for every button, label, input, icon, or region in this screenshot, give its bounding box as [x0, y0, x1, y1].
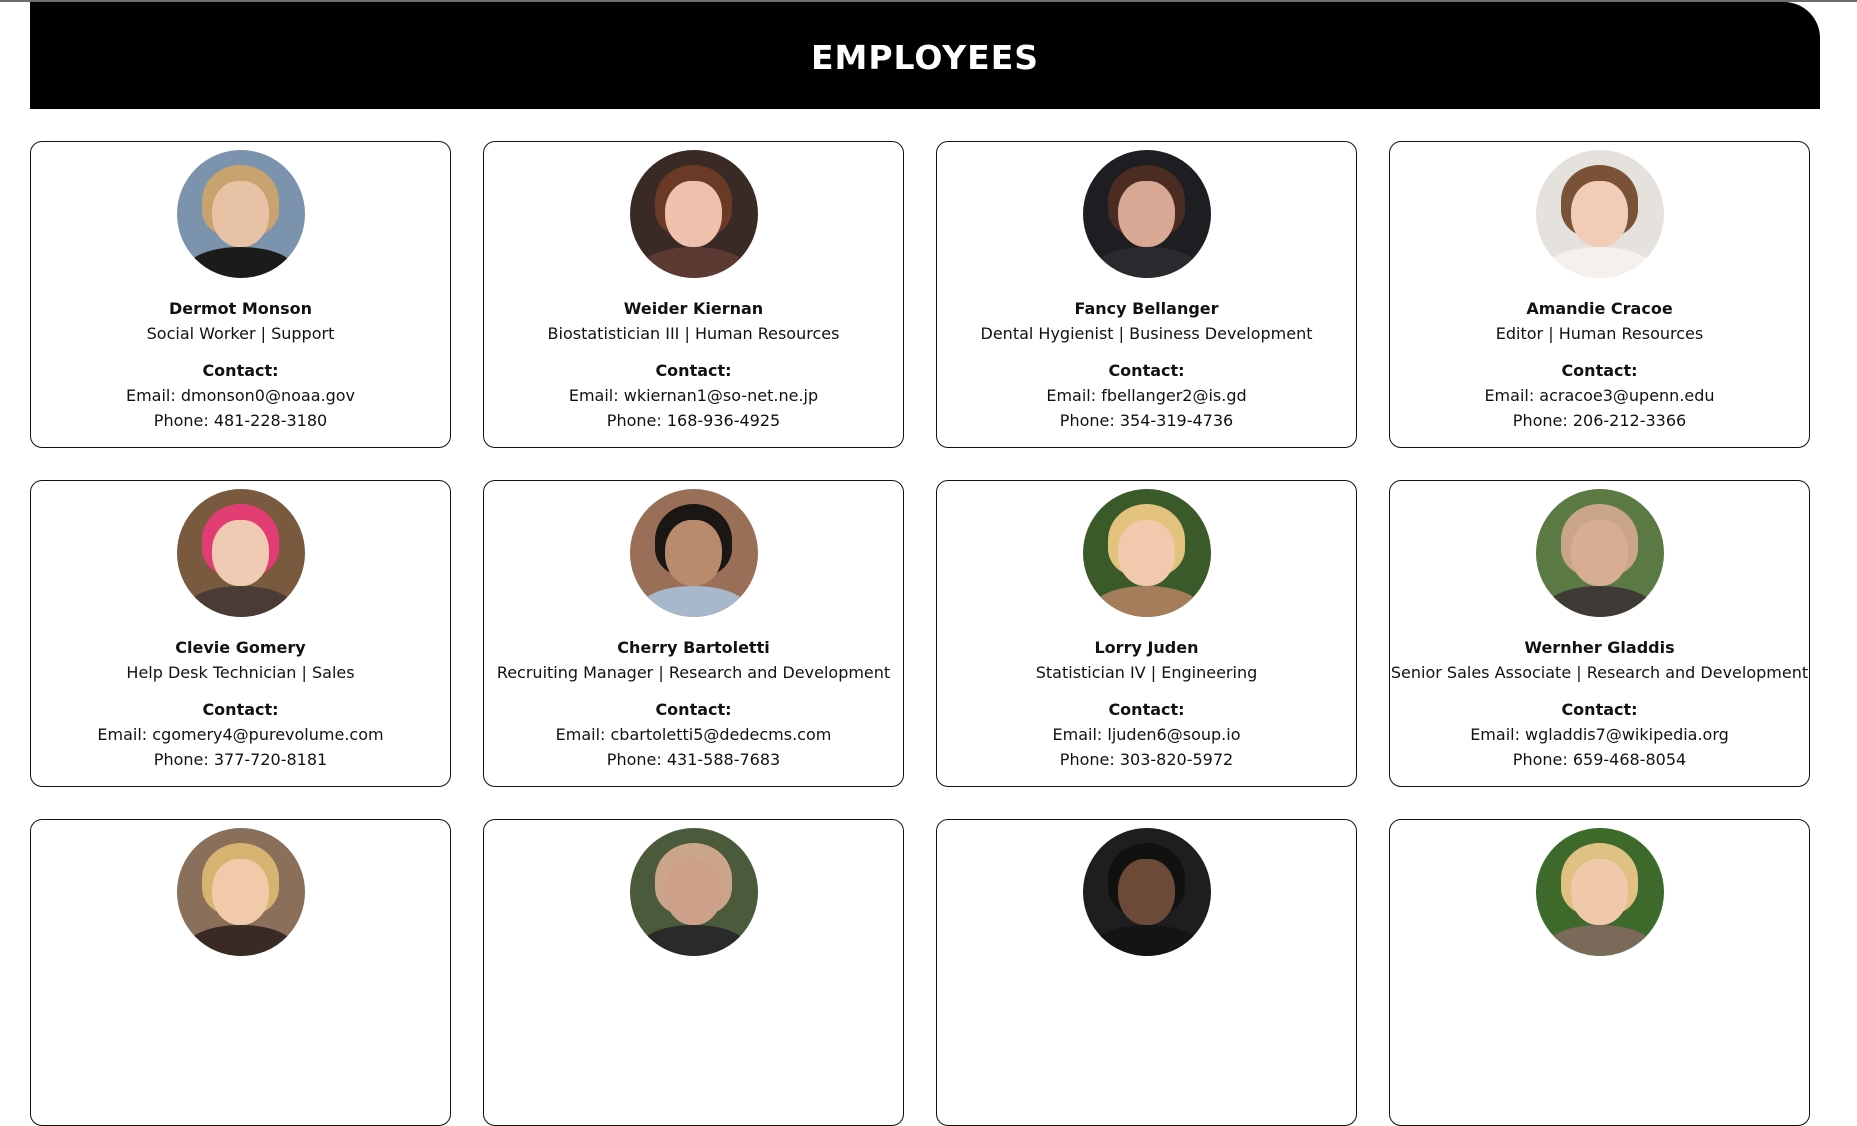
page-header: EMPLOYEES — [30, 2, 1820, 109]
employee-name: Lorry Juden — [1094, 638, 1199, 657]
employee-email: Email: acracoe3@upenn.edu — [1484, 386, 1715, 405]
employee-name: Amandie Cracoe — [1526, 299, 1673, 318]
employee-name: Fancy Bellanger — [1074, 299, 1219, 318]
employee-role: Senior Sales Associate | Research and De… — [1390, 663, 1809, 682]
employee-card — [1389, 819, 1810, 1126]
employee-role: Recruiting Manager | Research and Develo… — [496, 663, 891, 682]
employee-name: Weider Kiernan — [623, 299, 764, 318]
avatar-face — [665, 180, 722, 248]
employee-card: Amandie Cracoe Editor | Human Resources Co… — [1389, 141, 1810, 448]
contact-label: Contact: — [1108, 361, 1185, 380]
employee-avatar — [1082, 489, 1211, 617]
employee-phone: Phone: 354-319-4736 — [1059, 411, 1234, 430]
employee-name: Cherry Bartoletti — [617, 638, 770, 657]
employee-card: Dermot Monson Social Worker | Support Cont… — [30, 141, 451, 448]
employee-role: Statistician IV | Engineering — [1035, 663, 1258, 682]
employee-phone: Phone: 481-228-3180 — [153, 411, 328, 430]
avatar-face — [1118, 180, 1175, 248]
contact-label: Contact: — [655, 700, 732, 719]
employee-email: Email: wkiernan1@so-net.ne.jp — [568, 386, 819, 405]
employee-card: Fancy Bellanger Dental Hygienist | Busine… — [936, 141, 1357, 448]
employee-card: Wernher Gladdis Senior Sales Associate | … — [1389, 480, 1810, 787]
employee-email: Email: fbellanger2@is.gd — [1046, 386, 1247, 405]
employee-card — [936, 819, 1357, 1126]
employee-phone: Phone: 168-936-4925 — [606, 411, 781, 430]
employee-card — [483, 819, 904, 1126]
employee-card: Cherry Bartoletti Recruiting Manager | Re… — [483, 480, 904, 787]
employee-avatar — [1535, 828, 1664, 956]
employee-card: Clevie Gomery Help Desk Technician | Sale… — [30, 480, 451, 787]
contact-label: Contact: — [202, 700, 279, 719]
employee-avatar — [176, 150, 305, 278]
employee-email: Email: ljuden6@soup.io — [1052, 725, 1241, 744]
avatar-face — [212, 519, 269, 587]
avatar-face — [1571, 519, 1628, 587]
employee-avatar — [1535, 489, 1664, 617]
contact-label: Contact: — [1561, 361, 1638, 380]
employee-email: Email: cbartoletti5@dedecms.com — [555, 725, 832, 744]
avatar-face — [1118, 858, 1175, 926]
avatar-face — [665, 519, 722, 587]
employee-avatar — [1082, 828, 1211, 956]
employee-avatar — [1082, 150, 1211, 278]
contact-label: Contact: — [202, 361, 279, 380]
employee-card — [30, 819, 451, 1126]
employee-phone: Phone: 303-820-5972 — [1059, 750, 1234, 769]
employee-email: Email: cgomery4@purevolume.com — [97, 725, 384, 744]
contact-label: Contact: — [1561, 700, 1638, 719]
employee-phone: Phone: 206-212-3366 — [1512, 411, 1687, 430]
employee-avatar — [629, 828, 758, 956]
avatar-face — [665, 858, 722, 926]
employee-name: Wernher Gladdis — [1524, 638, 1675, 657]
avatar-face — [1571, 180, 1628, 248]
employee-grid: Dermot Monson Social Worker | Support Cont… — [30, 141, 1812, 1126]
avatar-face — [1118, 519, 1175, 587]
employee-card: Lorry Juden Statistician IV | Engineering… — [936, 480, 1357, 787]
contact-label: Contact: — [1108, 700, 1185, 719]
employee-role: Biostatistician III | Human Resources — [547, 324, 840, 343]
employee-avatar — [629, 489, 758, 617]
avatar-face — [1571, 858, 1628, 926]
page-title: EMPLOYEES — [810, 38, 1040, 77]
employee-role: Dental Hygienist | Business Development — [980, 324, 1313, 343]
avatar-face — [212, 180, 269, 248]
employee-card: Weider Kiernan Biostatistician III | Huma… — [483, 141, 904, 448]
employee-name: Clevie Gomery — [175, 638, 306, 657]
contact-label: Contact: — [655, 361, 732, 380]
employee-name: Dermot Monson — [168, 299, 313, 318]
avatar-face — [212, 858, 269, 926]
employee-email: Email: wgladdis7@wikipedia.org — [1470, 725, 1729, 744]
employee-avatar — [1535, 150, 1664, 278]
employee-phone: Phone: 377-720-8181 — [153, 750, 328, 769]
employee-phone: Phone: 431-588-7683 — [606, 750, 781, 769]
employee-phone: Phone: 659-468-8054 — [1512, 750, 1687, 769]
employee-role: Help Desk Technician | Sales — [126, 663, 355, 682]
employee-avatar — [629, 150, 758, 278]
employee-avatar — [176, 489, 305, 617]
employee-role: Social Worker | Support — [146, 324, 335, 343]
employee-email: Email: dmonson0@noaa.gov — [125, 386, 356, 405]
employee-avatar — [176, 828, 305, 956]
employee-role: Editor | Human Resources — [1495, 324, 1704, 343]
